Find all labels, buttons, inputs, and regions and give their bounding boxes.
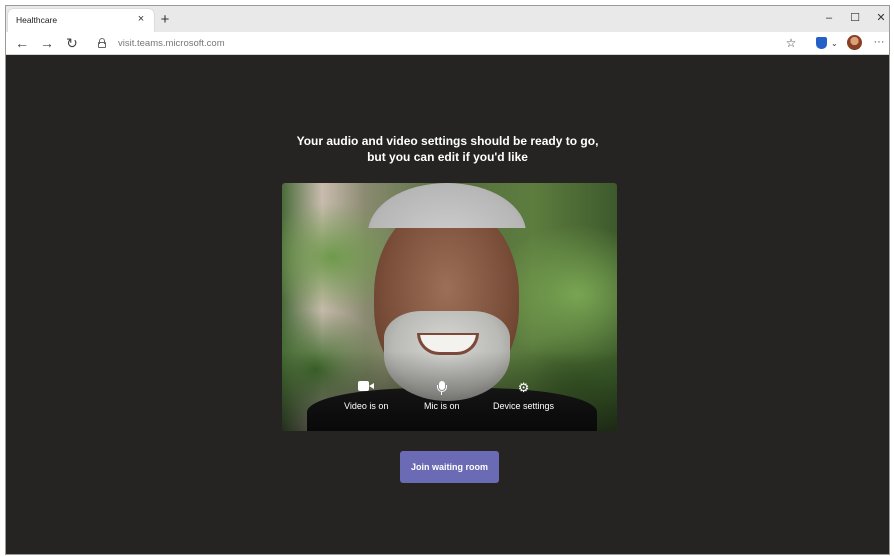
tab-close-icon[interactable]: × bbox=[134, 12, 148, 26]
more-options-icon[interactable]: ··· bbox=[870, 34, 888, 53]
video-preview: Video is on Mic is on ⚙ Device settings bbox=[282, 183, 617, 431]
browser-toolbar: ← → ↻ visit.teams.microsoft.com ☆ ⌄ ··· bbox=[6, 32, 889, 55]
prejoin-stage: Your audio and video settings should be … bbox=[6, 55, 889, 554]
lock-icon bbox=[98, 38, 106, 48]
address-bar[interactable]: visit.teams.microsoft.com bbox=[90, 34, 802, 53]
browser-window: Healthcare × + – ☐ ✕ ← → ↻ visit.teams.m… bbox=[5, 5, 890, 555]
headline-line-2: but you can edit if you'd like bbox=[367, 150, 528, 164]
back-button[interactable]: ← bbox=[12, 34, 32, 53]
device-settings-button[interactable]: ⚙ Device settings bbox=[493, 380, 555, 412]
tab-healthcare[interactable]: Healthcare × bbox=[8, 9, 154, 32]
refresh-button[interactable]: ↻ bbox=[62, 34, 82, 53]
favorite-star-icon[interactable]: ☆ bbox=[782, 34, 800, 53]
device-settings-label: Device settings bbox=[493, 401, 555, 411]
tab-strip: Healthcare × + – ☐ ✕ bbox=[6, 6, 889, 32]
profile-avatar[interactable] bbox=[847, 35, 862, 50]
close-window-button[interactable]: ✕ bbox=[871, 9, 889, 27]
video-toggle[interactable]: Video is on bbox=[344, 381, 388, 411]
join-waiting-room-button[interactable]: Join waiting room bbox=[400, 451, 499, 483]
url-text[interactable]: visit.teams.microsoft.com bbox=[118, 38, 225, 49]
extension-icon[interactable] bbox=[816, 37, 827, 49]
mic-toggle-label: Mic is on bbox=[424, 401, 460, 411]
forward-button[interactable]: → bbox=[37, 34, 57, 53]
microphone-icon bbox=[436, 381, 447, 395]
minimize-button[interactable]: – bbox=[819, 9, 839, 27]
page-title: Your audio and video settings should be … bbox=[6, 133, 889, 165]
video-camera-icon bbox=[358, 381, 375, 395]
new-tab-button[interactable]: + bbox=[156, 11, 174, 29]
tab-title: Healthcare bbox=[16, 15, 58, 25]
gear-icon: ⚙ bbox=[517, 380, 530, 395]
mic-toggle[interactable]: Mic is on bbox=[424, 381, 460, 411]
maximize-button[interactable]: ☐ bbox=[845, 9, 865, 27]
headline-line-1: Your audio and video settings should be … bbox=[296, 134, 599, 148]
video-toggle-label: Video is on bbox=[344, 401, 389, 411]
chevron-down-icon[interactable]: ⌄ bbox=[831, 35, 838, 52]
